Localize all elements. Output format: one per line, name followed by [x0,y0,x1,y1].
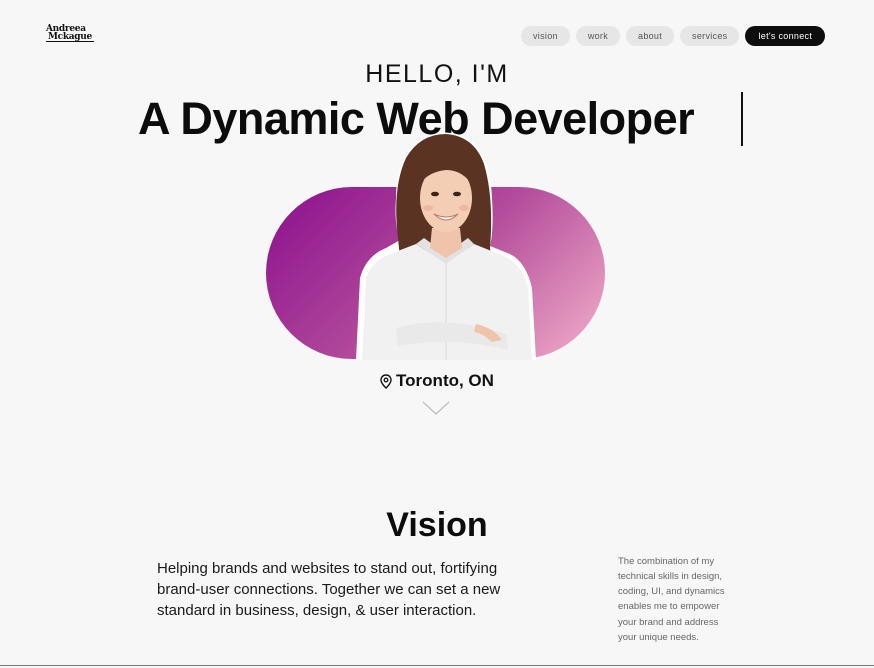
nav-vision-button[interactable]: vision [521,26,570,46]
lets-connect-button[interactable]: let's connect [745,26,826,46]
vision-lead-text: Helping brands and websites to stand out… [157,560,501,619]
hero-location: Toronto, ON [0,371,874,391]
brand-logo-line-2: Mckague [46,33,94,42]
nav-services-button[interactable]: services [680,26,740,46]
vision-title: Vision [386,506,488,545]
map-pin-icon [380,373,392,389]
chevron-down-icon[interactable] [422,400,450,416]
brand-logo[interactable]: Andreea Mckague [46,25,98,43]
divider-line [0,665,874,666]
top-nav: vision work about services let's connect [521,26,826,46]
nav-work-button[interactable]: work [575,26,621,46]
location-label: Toronto, ON [396,371,494,390]
hero-greeting: HELLO, I'M [365,60,509,88]
nav-about-button[interactable]: about [626,26,675,46]
typing-cursor [741,92,743,146]
portrait-image [356,132,536,360]
vision-side-text: The combination of my technical skills i… [618,555,725,643]
